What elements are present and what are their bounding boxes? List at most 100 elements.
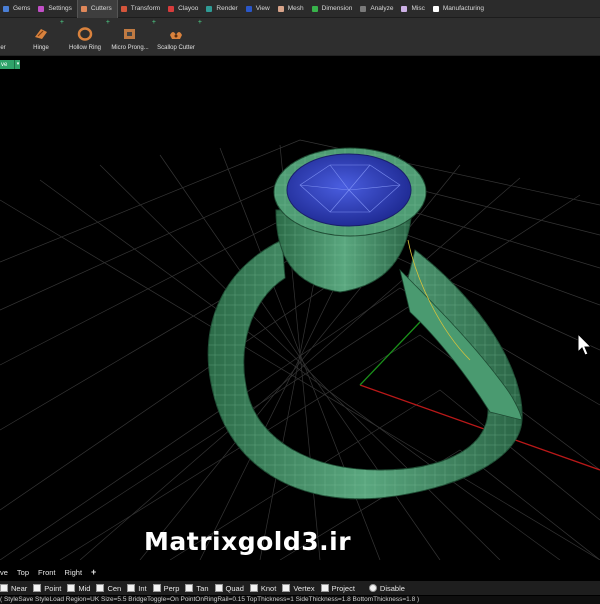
osnap-label: Cen xyxy=(107,583,122,593)
ribbon-tab-bar: Gems Settings Cutters Transform Clayoo Render… xyxy=(0,0,600,18)
tab-label: Transform xyxy=(130,5,161,12)
radio-button[interactable] xyxy=(368,584,377,592)
tab-label: Mesh xyxy=(287,5,304,12)
osnap-label: Vertex xyxy=(293,583,315,593)
hollow-ring-icon xyxy=(77,27,93,41)
scallop-cutter-icon xyxy=(170,32,182,39)
tab-label: Gems xyxy=(13,5,31,12)
osnap-label: Project xyxy=(331,583,355,593)
osnap-near[interactable]: Near xyxy=(0,584,27,593)
tab-color-icon xyxy=(401,5,408,12)
tab-label: Misc xyxy=(411,5,425,12)
osnap-label: Near xyxy=(11,583,28,593)
tab-color-icon xyxy=(311,5,318,12)
osnap-vertex[interactable]: Vertex xyxy=(282,583,315,593)
tool-label: Scallop Cutter xyxy=(157,45,195,51)
tab-color-icon xyxy=(168,5,175,12)
osnap-point[interactable]: Point xyxy=(33,584,61,593)
osnap-perp[interactable]: Perp xyxy=(152,583,180,593)
osnap-cen[interactable]: Cen xyxy=(96,584,121,593)
checkbox[interactable] xyxy=(96,584,105,592)
osnap-label: Mid xyxy=(78,583,91,593)
tab-front[interactable]: Front xyxy=(38,568,56,577)
tab-label: Render xyxy=(216,5,238,12)
osnap-project[interactable]: Project xyxy=(320,583,355,593)
tab-right[interactable]: Right xyxy=(65,568,83,577)
tab-color-icon xyxy=(3,5,9,12)
viewport-tabs: ve Top Front Right + xyxy=(0,565,600,579)
scene-canvas xyxy=(0,139,600,560)
tool-scallop-cutter[interactable]: + Scallop Cutter xyxy=(154,17,202,55)
tab-color-icon xyxy=(360,5,367,12)
osnap-label: Quad xyxy=(225,583,244,593)
tool-hinge[interactable]: + Hinge xyxy=(22,17,64,55)
tool-label: Micro Prong... xyxy=(111,45,149,51)
tab-cutters[interactable]: Cutters xyxy=(76,0,118,18)
osnap-knot[interactable]: Knot xyxy=(249,583,277,593)
checkbox[interactable] xyxy=(185,584,194,592)
tab-clayoo[interactable]: Clayoo xyxy=(165,0,203,18)
osnap-label: Perp xyxy=(163,583,180,593)
tab-color-icon xyxy=(206,5,213,12)
osnap-label: Int xyxy=(138,583,147,593)
tab-gems[interactable]: Gems xyxy=(0,0,35,18)
tab-mesh[interactable]: Mesh xyxy=(275,0,309,18)
tab-top[interactable]: Top xyxy=(17,568,29,577)
tab-label: Manufacturing xyxy=(442,5,485,12)
tab-render[interactable]: Render xyxy=(203,0,242,18)
hinge-icon xyxy=(35,29,47,39)
tab-color-icon xyxy=(38,5,45,12)
tab-dimension[interactable]: Dimension xyxy=(309,0,358,18)
mouse-cursor-icon xyxy=(577,333,593,356)
checkbox[interactable] xyxy=(214,584,223,592)
tab-label: Dimension xyxy=(321,5,353,12)
tab-view[interactable]: View xyxy=(243,0,275,18)
tab-manufacturing[interactable]: Manufacturing xyxy=(430,0,489,18)
tab-label: View xyxy=(255,5,270,12)
checkbox[interactable] xyxy=(249,584,258,592)
viewport-title-widget[interactable]: ve ▾ xyxy=(0,60,20,69)
tool-label: Hinge xyxy=(33,45,49,51)
checkbox[interactable] xyxy=(320,584,329,592)
osnap-int[interactable]: Int xyxy=(127,583,147,593)
checkbox[interactable] xyxy=(67,584,76,592)
micro-prong-icon xyxy=(124,29,135,39)
tool-micro-prong[interactable]: + Micro Prong... xyxy=(108,17,156,55)
osnap-quad[interactable]: Quad xyxy=(214,583,244,593)
checkbox[interactable] xyxy=(0,584,8,592)
tab-color-icon xyxy=(432,5,439,12)
tab-transform[interactable]: Transform xyxy=(118,0,165,18)
osnap-label: Point xyxy=(44,583,62,593)
tab-label: Cutters xyxy=(90,5,112,12)
viewport-title-label: ve xyxy=(1,61,8,68)
command-line[interactable]: ( StyleSave StyleLoad Region=UK Size=5.5… xyxy=(0,596,600,604)
tab-color-icon xyxy=(245,5,252,12)
osnap-label: Disable xyxy=(379,583,405,593)
tab-misc[interactable]: Misc xyxy=(398,0,429,18)
osnap-label: Tan xyxy=(196,583,209,593)
tool-cutter-partial[interactable]: er xyxy=(0,17,12,55)
add-icon: + xyxy=(197,19,202,26)
checkbox[interactable] xyxy=(152,584,161,592)
tab-color-icon xyxy=(80,5,87,12)
tool-label: Hollow Ring xyxy=(68,45,101,51)
osnap-disable[interactable]: Disable xyxy=(368,583,405,593)
y-axis-line xyxy=(359,321,421,386)
tab-label: Clayoo xyxy=(178,5,199,12)
tab-analyze[interactable]: Analyze xyxy=(357,0,398,18)
osnap-mid[interactable]: Mid xyxy=(67,584,90,593)
tool-hollow-ring[interactable]: + Hollow Ring xyxy=(64,17,110,55)
checkbox[interactable] xyxy=(282,584,291,592)
tab-color-icon xyxy=(120,5,127,12)
chevron-down-icon[interactable]: ▾ xyxy=(14,60,20,69)
checkbox[interactable] xyxy=(127,584,136,592)
tool-label: er xyxy=(0,45,6,51)
osnap-tan[interactable]: Tan xyxy=(185,583,209,593)
osnap-label: Knot xyxy=(260,583,277,593)
tab-settings[interactable]: Settings xyxy=(35,0,77,18)
tab-perspective[interactable]: ve xyxy=(0,568,8,577)
checkbox[interactable] xyxy=(33,584,42,592)
perspective-viewport[interactable]: ve ▾ xyxy=(0,56,600,560)
add-viewport-button[interactable]: + xyxy=(91,567,96,577)
tab-color-icon xyxy=(277,5,284,12)
